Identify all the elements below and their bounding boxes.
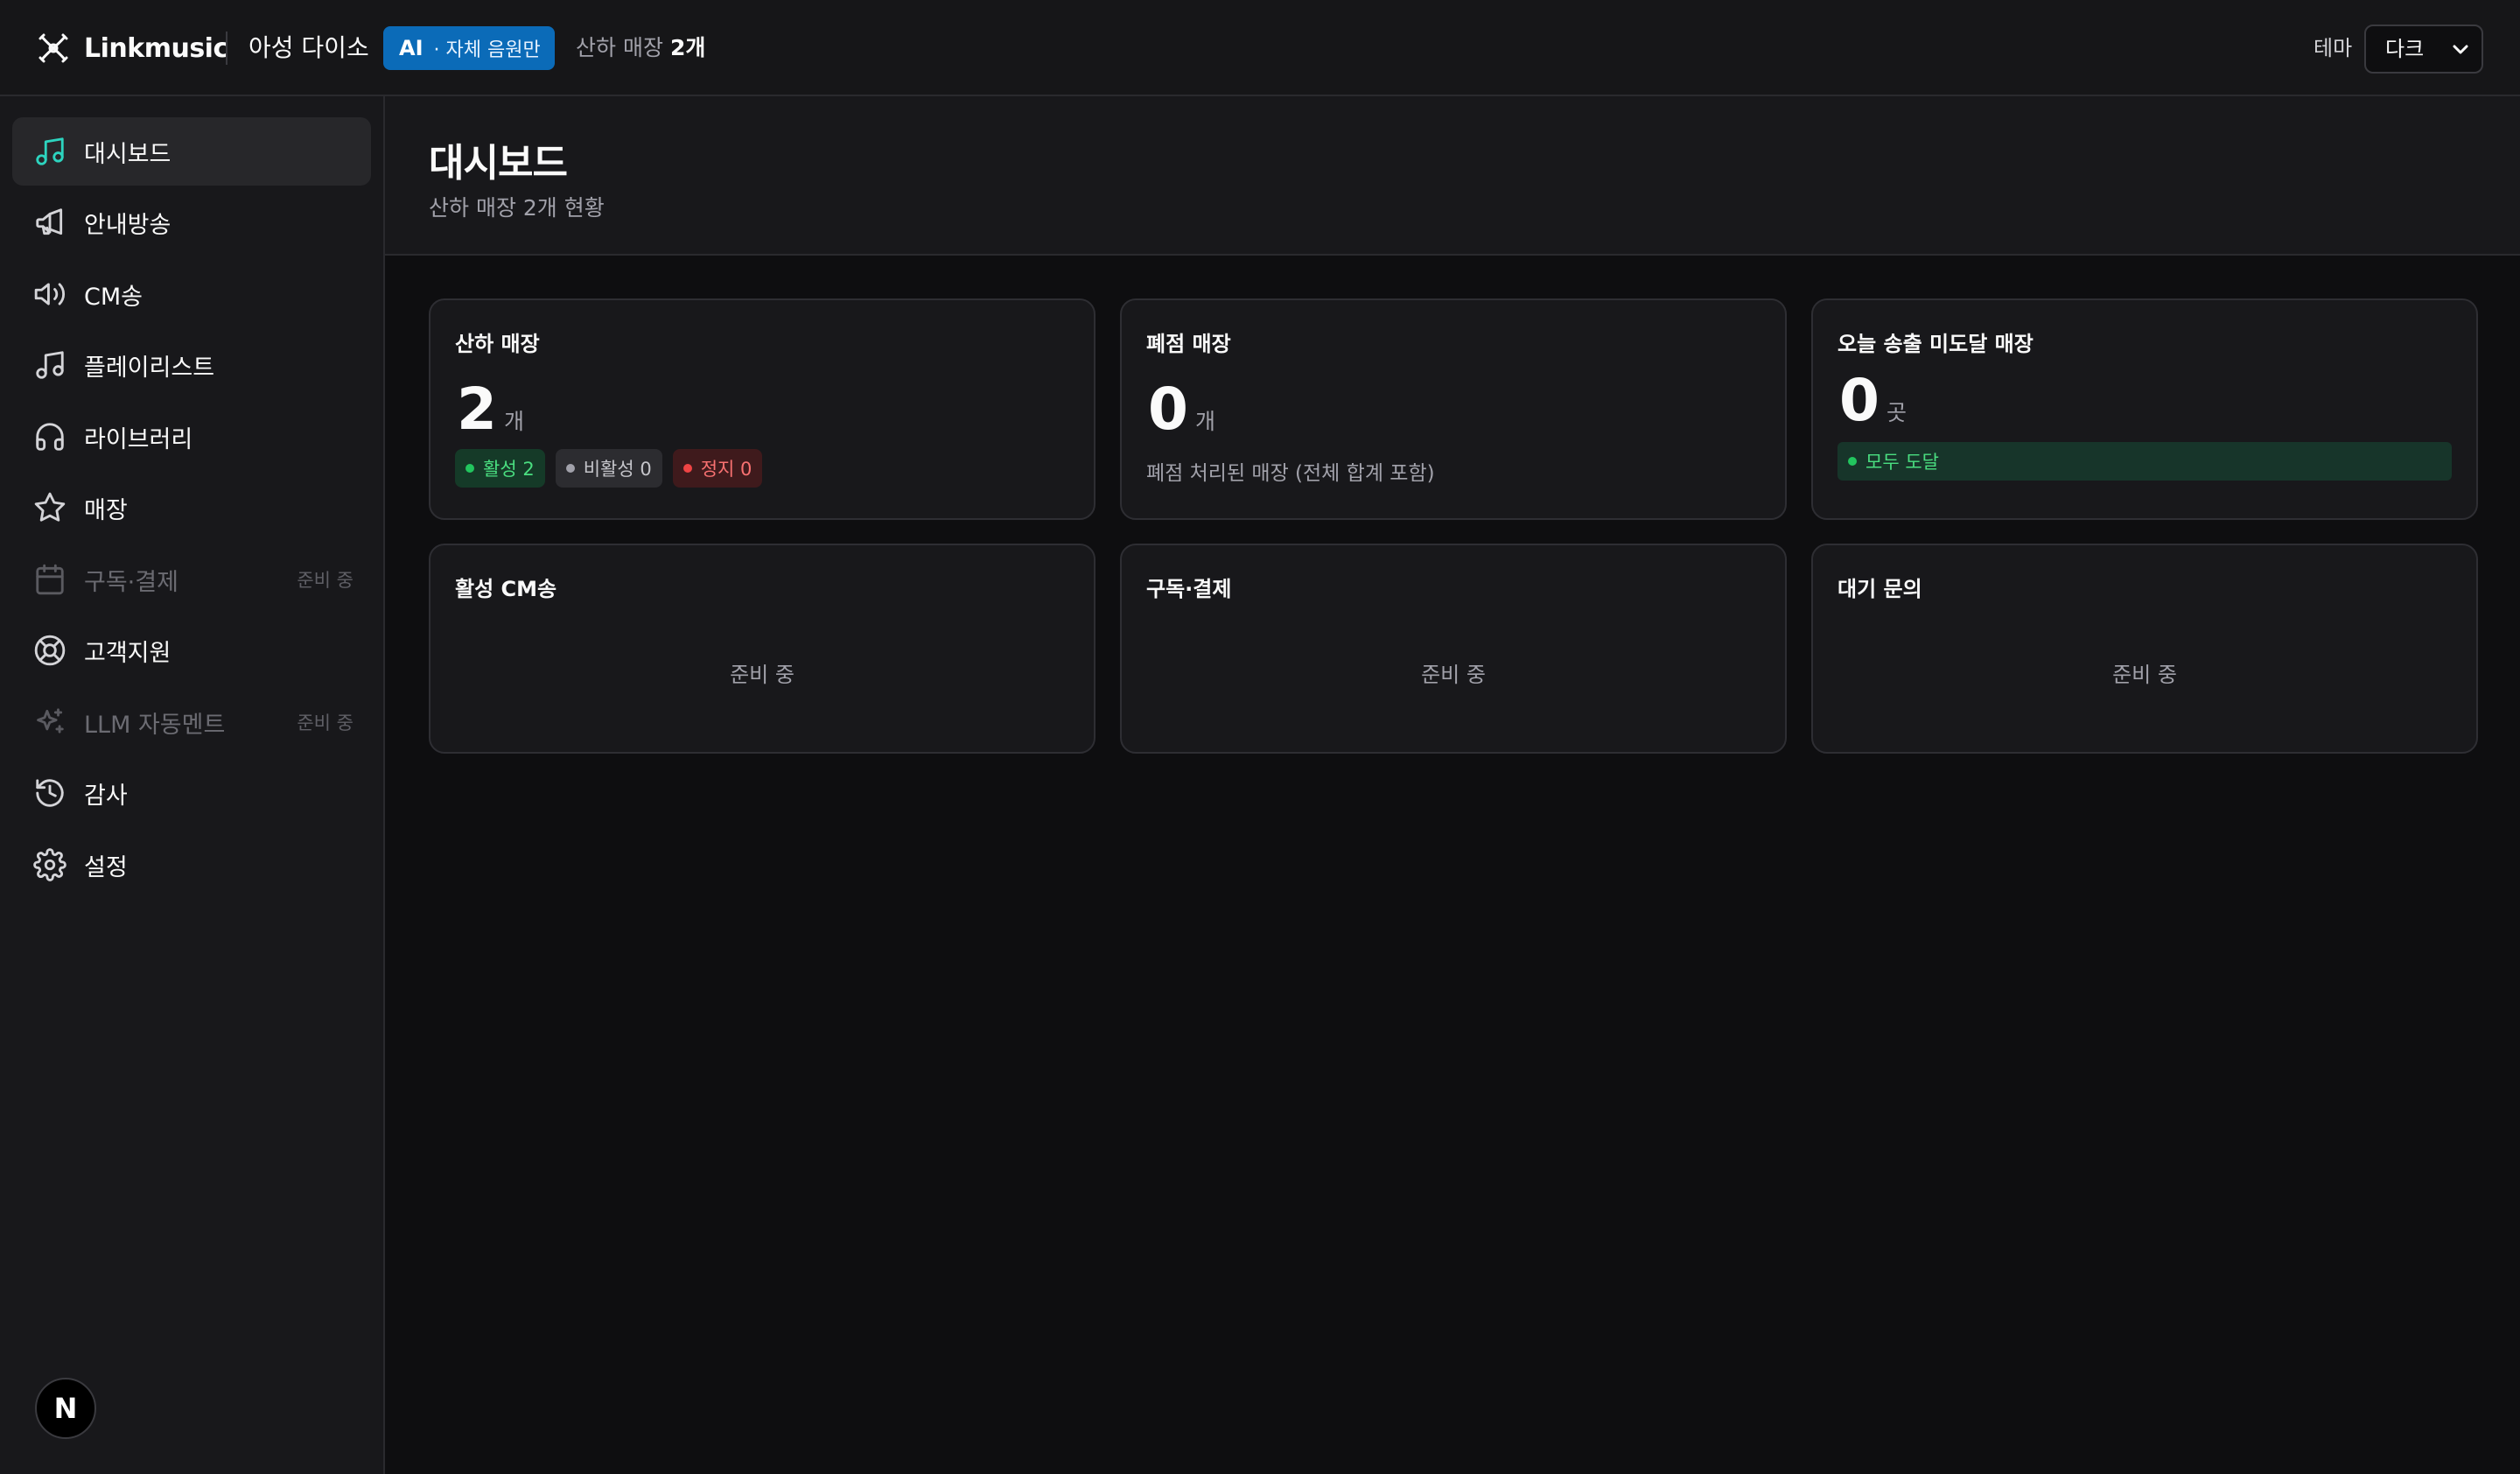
megaphone-icon [33, 206, 66, 239]
active-status-badge: 활성 2 [455, 449, 545, 488]
sidebar-item-label: 고객지원 [84, 639, 172, 667]
sidebar-item-label: LLM 자동멘트 [84, 711, 226, 739]
status-dot-icon [565, 464, 575, 473]
stopped-status-text: 정지 0 [700, 459, 752, 480]
stores-count: 2개 [457, 379, 524, 453]
music-note-icon [33, 135, 66, 168]
coming-soon-badge: 준비 중 [297, 570, 354, 591]
card-title: 산하 매장 [455, 332, 540, 356]
top-bar: Linkmusic 아성 다이소 AI · 자체 음원만 산하 매장 2개 테마 … [0, 0, 2520, 96]
coming-soon-text: 준비 중 [730, 663, 794, 687]
closed-stores-card: 폐점 매장 0개 폐점 처리된 매장 (전체 합계 포함) [1120, 298, 1787, 520]
sidebar-item-dashboard[interactable]: 대시보드 [12, 117, 371, 186]
theme-select-value: 다크 [2385, 37, 2425, 61]
undelivered-count-value: 0 [1839, 367, 1880, 434]
ai-mode-badge: AI · 자체 음원만 [383, 26, 555, 70]
lifebuoy-icon [33, 634, 66, 667]
sidebar-item-llm-ment: LLM 자동멘트 준비 중 [12, 688, 371, 756]
coming-soon-badge: 준비 중 [297, 712, 354, 733]
stores-card: 산하 매장 2개 활성 2 비활성 0 정지 0 [429, 298, 1096, 520]
inquiries-card: 대기 문의 준비 중 [1811, 544, 2478, 754]
closed-count-value: 0 [1148, 376, 1188, 443]
gear-icon [33, 848, 66, 881]
header-divider [226, 32, 228, 65]
coming-soon-text: 준비 중 [2112, 663, 2177, 687]
card-title: 폐점 매장 [1146, 332, 1231, 356]
tenant-name: 아성 다이소 [248, 33, 369, 62]
undelivered-card: 오늘 송출 미도달 매장 0곳 모두 도달 [1811, 298, 2478, 520]
undelivered-count: 0곳 [1839, 370, 1907, 444]
sidebar-item-label: 플레이리스트 [84, 354, 215, 382]
inactive-status-badge: 비활성 0 [555, 449, 662, 488]
sidebar-item-label: 설정 [84, 853, 128, 881]
stopped-status-badge: 정지 0 [672, 449, 763, 488]
theme-label: 테마 [2314, 36, 2353, 60]
store-count: 산하 매장 2개 [576, 32, 705, 65]
status-chips: 활성 2 비활성 0 정지 0 [455, 449, 763, 488]
sparkles-icon [33, 705, 66, 739]
inactive-status-text: 비활성 0 [583, 459, 652, 480]
delivery-status-bar: 모두 도달 [1838, 442, 2452, 481]
page-subtitle: 산하 매장 2개 현황 [429, 195, 605, 221]
closed-note: 폐점 처리된 매장 (전체 합계 포함) [1146, 462, 1435, 485]
sidebar-item-label: 안내방송 [84, 211, 172, 239]
sidebar-item-cm-song[interactable]: CM송 [12, 260, 371, 328]
card-title: 구독·결제 [1146, 577, 1232, 601]
card-title: 오늘 송출 미도달 매장 [1838, 332, 2034, 356]
sidebar-item-subscription: 구독·결제 준비 중 [12, 545, 371, 614]
sidebar-item-library[interactable]: 라이브러리 [12, 403, 371, 471]
status-dot-icon [1848, 457, 1857, 466]
coming-soon-text: 준비 중 [1421, 663, 1486, 687]
sidebar-item-label: 라이브러리 [84, 425, 193, 453]
closed-count: 0개 [1148, 379, 1215, 453]
sidebar-item-label: 대시보드 [84, 140, 172, 168]
speaker-icon [33, 277, 66, 311]
brand[interactable]: Linkmusic [35, 27, 228, 69]
avatar[interactable]: N [35, 1378, 96, 1439]
brand-logo-icon [38, 33, 68, 63]
music-note-icon [33, 348, 66, 382]
sidebar-item-label: 감사 [84, 782, 128, 810]
star-icon [33, 491, 66, 524]
card-title: 대기 문의 [1838, 577, 1922, 601]
delivery-status-text: 모두 도달 [1866, 452, 1939, 473]
page-header: 대시보드 산하 매장 2개 현황 [385, 96, 2520, 256]
chevron-down-icon [2453, 45, 2468, 54]
history-icon [33, 776, 66, 810]
ai-badge-text: · 자체 음원만 [433, 39, 541, 61]
theme-select[interactable]: 다크 [2364, 25, 2483, 74]
sidebar-item-label: 매장 [84, 496, 128, 524]
active-status-text: 활성 2 [483, 459, 535, 480]
sidebar-item-label: 구독·결제 [84, 568, 178, 596]
stores-count-value: 2 [457, 376, 497, 443]
sidebar: 대시보드 안내방송 CM송 플레이리스트 라이브러리 매장 구독·결제 준비 중… [0, 96, 385, 1474]
store-count-label: 산하 매장 [576, 35, 663, 60]
sidebar-item-label: CM송 [84, 283, 143, 311]
headphones-icon [33, 420, 66, 453]
sidebar-item-announcement[interactable]: 안내방송 [12, 188, 371, 256]
stores-count-unit: 개 [503, 409, 524, 434]
calendar-icon [33, 563, 66, 596]
subscription-card: 구독·결제 준비 중 [1120, 544, 1787, 754]
sidebar-item-settings[interactable]: 설정 [12, 831, 371, 899]
ai-badge-prefix: AI [399, 36, 424, 60]
status-dot-icon [682, 464, 692, 473]
closed-count-unit: 개 [1194, 409, 1215, 434]
sidebar-item-support[interactable]: 고객지원 [12, 616, 371, 684]
brand-name: Linkmusic [84, 32, 228, 64]
active-cm-card: 활성 CM송 준비 중 [429, 544, 1096, 754]
page-title: 대시보드 [429, 141, 568, 186]
sidebar-item-playlist[interactable]: 플레이리스트 [12, 331, 371, 399]
undelivered-count-unit: 곳 [1886, 400, 1907, 425]
sidebar-item-audit[interactable]: 감사 [12, 759, 371, 827]
card-title: 활성 CM송 [455, 577, 557, 601]
store-count-value: 2개 [669, 35, 706, 60]
status-dot-icon [466, 464, 474, 473]
sidebar-item-stores[interactable]: 매장 [12, 474, 371, 542]
